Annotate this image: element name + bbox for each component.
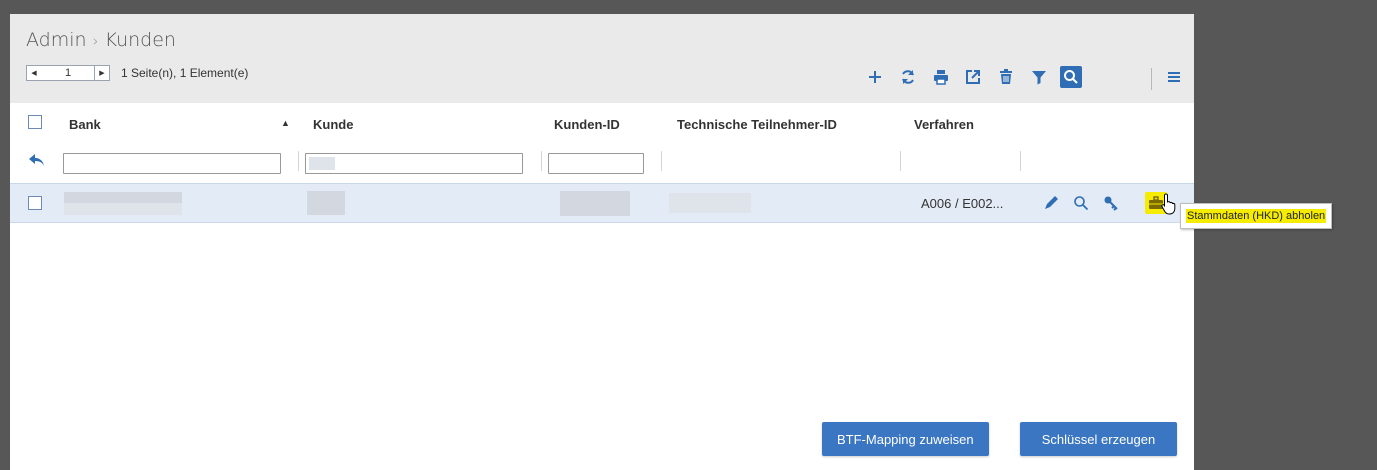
- breadcrumb-current: Kunden: [104, 29, 176, 51]
- filter-input-kunde[interactable]: [305, 153, 523, 174]
- column-divider: [541, 151, 542, 171]
- plus-icon: [869, 71, 881, 83]
- menu-button[interactable]: [1161, 64, 1187, 90]
- search-icon: [1064, 70, 1078, 84]
- prev-page-button[interactable]: ◀: [26, 65, 42, 81]
- select-all-checkbox[interactable]: [28, 115, 42, 129]
- column-header-technische-teilnehmer-id[interactable]: Technische Teilnehmer-ID: [677, 117, 837, 132]
- bank-cell-redacted: [64, 192, 182, 203]
- btf-mapping-button[interactable]: BTF-Mapping zuweisen: [822, 422, 989, 456]
- key-button[interactable]: [1101, 193, 1121, 213]
- table-row[interactable]: A006 / E002...: [10, 184, 1194, 223]
- breadcrumb: Admin › Kunden: [26, 29, 176, 51]
- search-button[interactable]: [1060, 66, 1082, 88]
- next-page-button[interactable]: ▶: [94, 65, 110, 81]
- reset-filter-button[interactable]: [28, 152, 46, 168]
- generate-key-button[interactable]: Schlüssel erzeugen: [1020, 422, 1177, 456]
- toolbar-divider: [1151, 68, 1152, 90]
- refresh-icon: [902, 70, 914, 84]
- trash-icon: [1000, 69, 1012, 84]
- refresh-button[interactable]: [895, 64, 921, 90]
- breadcrumb-admin[interactable]: Admin: [26, 29, 87, 51]
- triangle-left-icon: ◀: [31, 70, 37, 77]
- edit-button[interactable]: [1041, 193, 1061, 213]
- undo-icon: [29, 154, 44, 166]
- triangle-right-icon: ▶: [99, 70, 105, 77]
- tech-id-cell-redacted: [669, 193, 751, 213]
- breadcrumb-separator: ›: [92, 32, 99, 50]
- column-divider: [661, 151, 662, 171]
- export-icon: [966, 70, 980, 84]
- column-header-kunde[interactable]: Kunde: [313, 117, 353, 132]
- filter-button[interactable]: [1026, 64, 1052, 90]
- column-divider: [298, 151, 299, 171]
- customers-panel: Admin › Kunden ◀ 1 ▶ 1 Seite(n), 1 Element…: [10, 14, 1194, 470]
- kunde-cell-redacted: [307, 191, 345, 215]
- column-header-bank[interactable]: Bank: [69, 117, 101, 132]
- print-button[interactable]: [928, 64, 954, 90]
- view-button[interactable]: [1071, 193, 1091, 213]
- page-number-input[interactable]: 1: [41, 65, 95, 81]
- magnifier-icon: [1074, 196, 1089, 211]
- add-button[interactable]: [862, 64, 888, 90]
- column-header-verfahren[interactable]: Verfahren: [914, 117, 974, 132]
- column-divider: [1020, 151, 1021, 171]
- menu-icon: [1168, 72, 1180, 82]
- pencil-icon: [1045, 196, 1058, 209]
- sort-ascending-icon: ▲: [281, 118, 290, 128]
- verfahren-cell: A006 / E002...: [921, 196, 1004, 211]
- tooltip-text: Stammdaten (HKD) abholen: [1186, 209, 1327, 223]
- mouse-pointer-icon: [1161, 193, 1176, 215]
- delete-button[interactable]: [993, 64, 1019, 90]
- print-icon: [934, 70, 948, 85]
- column-header-kunden-id[interactable]: Kunden-ID: [554, 117, 620, 132]
- filter-input-bank[interactable]: [63, 153, 281, 174]
- pager-info: 1 Seite(n), 1 Element(e): [121, 66, 249, 80]
- filter-input-kunden-id[interactable]: [548, 153, 644, 174]
- kunden-id-cell-redacted: [560, 191, 630, 216]
- tooltip: Stammdaten (HKD) abholen: [1180, 203, 1333, 229]
- filter-icon: [1032, 71, 1046, 85]
- row-checkbox[interactable]: [28, 196, 42, 210]
- bank-cell-redacted: [64, 203, 182, 215]
- column-divider: [900, 151, 901, 171]
- pager: ◀ 1 ▶ 1 Seite(n), 1 Element(e): [26, 65, 248, 81]
- panel-header: Admin › Kunden ◀ 1 ▶ 1 Seite(n), 1 Element…: [10, 14, 1194, 103]
- key-icon: [1104, 196, 1118, 211]
- export-button[interactable]: [960, 64, 986, 90]
